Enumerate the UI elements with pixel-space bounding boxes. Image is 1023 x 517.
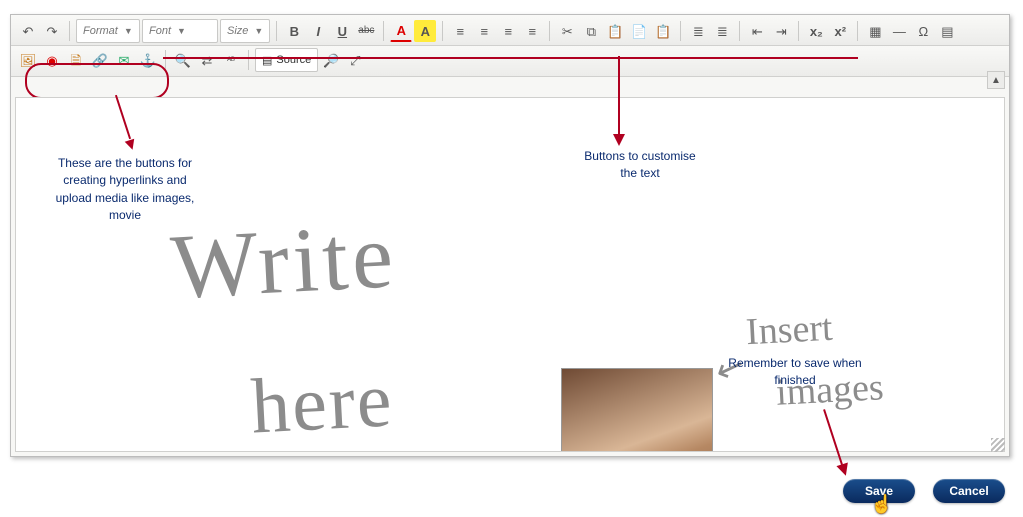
- embedded-image: [561, 368, 713, 452]
- find-button[interactable]: 🔍: [172, 49, 194, 71]
- paste-word-button[interactable]: 📋: [652, 20, 674, 42]
- arrow-head-icon: [613, 134, 625, 146]
- handwriting-insert: Insert: [745, 306, 834, 354]
- editor-frame: ↶ ↷ Format▼ Font▼ Size▼ B I U abc A A ≡ …: [10, 14, 1010, 457]
- copy-button[interactable]: ⧉: [580, 20, 602, 42]
- align-center-button[interactable]: ≡: [473, 20, 495, 42]
- outdent-button[interactable]: ⇤: [746, 20, 768, 42]
- font-label: Font: [149, 25, 171, 37]
- resize-handle[interactable]: [991, 438, 1005, 452]
- source-icon: ▤: [262, 54, 272, 67]
- action-buttons: Save Cancel: [843, 479, 1005, 503]
- preview-button[interactable]: 🔎: [320, 49, 342, 71]
- external-link-button[interactable]: 🔗: [89, 49, 111, 71]
- templates-button[interactable]: ▤: [936, 20, 958, 42]
- toolbar-row-1: ↶ ↷ Format▼ Font▼ Size▼ B I U abc A A ≡ …: [11, 15, 1009, 46]
- source-label: Source: [276, 54, 311, 66]
- size-label: Size: [227, 25, 248, 37]
- annotation-hyperlinks: These are the buttons for creating hyper…: [55, 155, 195, 225]
- cancel-button[interactable]: Cancel: [933, 479, 1005, 503]
- arrow-head-icon: [836, 462, 851, 477]
- bold-button[interactable]: B: [283, 20, 305, 42]
- annotation-save: Remember to save when finished: [720, 355, 870, 390]
- font-combo[interactable]: Font ▼: [142, 19, 218, 43]
- arrow-line-icon: [618, 56, 620, 134]
- chevron-down-icon: ▼: [124, 26, 133, 36]
- size-combo[interactable]: Size ▼: [220, 19, 270, 43]
- annotation-customise: Buttons to customise the text: [580, 148, 700, 183]
- paste-button[interactable]: 📋: [604, 20, 626, 42]
- internal-link-button[interactable]: 🗎: [65, 49, 87, 71]
- bg-color-button[interactable]: A: [414, 20, 436, 42]
- email-link-button[interactable]: ✉: [113, 49, 135, 71]
- redo-button[interactable]: ↷: [41, 20, 63, 42]
- scroll-up-button[interactable]: ▲: [987, 71, 1005, 89]
- format-label: Format: [83, 25, 118, 37]
- hr-button[interactable]: —: [888, 20, 910, 42]
- unordered-list-button[interactable]: ≣: [711, 20, 733, 42]
- toolbar-row-2: 🖼 ◉ 🗎 🔗 ✉ ⚓ 🔍 ⇄ ᴬᴮ ▤ Source 🔎 ⤢: [11, 46, 1009, 77]
- format-combo[interactable]: Format ▼: [76, 19, 140, 43]
- handwriting-write: Write: [168, 202, 399, 320]
- strike-button[interactable]: abc: [355, 20, 377, 42]
- text-color-button[interactable]: A: [390, 20, 412, 42]
- align-left-button[interactable]: ≡: [449, 20, 471, 42]
- editor-body[interactable]: Write here Insert images ↙: [15, 97, 1005, 452]
- cursor-hand-icon: ☝: [871, 494, 893, 515]
- italic-button[interactable]: I: [307, 20, 329, 42]
- indent-button[interactable]: ⇥: [770, 20, 792, 42]
- underline-button[interactable]: U: [331, 20, 353, 42]
- align-right-button[interactable]: ≡: [497, 20, 519, 42]
- source-button[interactable]: ▤ Source: [255, 48, 318, 72]
- special-char-button[interactable]: Ω: [912, 20, 934, 42]
- chevron-down-icon: ▼: [177, 26, 186, 36]
- replace-button[interactable]: ⇄: [196, 49, 218, 71]
- chevron-down-icon: ▼: [254, 26, 263, 36]
- maximize-button[interactable]: ⤢: [344, 49, 366, 71]
- image-button[interactable]: 🖼: [17, 49, 39, 71]
- annotation-underline: [163, 57, 858, 59]
- ordered-list-button[interactable]: ≣: [687, 20, 709, 42]
- anchor-button[interactable]: ⚓: [137, 49, 159, 71]
- table-button[interactable]: ▦: [864, 20, 886, 42]
- align-justify-button[interactable]: ≡: [521, 20, 543, 42]
- handwriting-here: here: [249, 354, 396, 451]
- subscript-button[interactable]: x₂: [805, 20, 827, 42]
- flash-button[interactable]: ◉: [41, 49, 63, 71]
- paste-text-button[interactable]: 📄: [628, 20, 650, 42]
- cut-button[interactable]: ✂: [556, 20, 578, 42]
- undo-button[interactable]: ↶: [17, 20, 39, 42]
- superscript-button[interactable]: x²: [829, 20, 851, 42]
- spellcheck-button[interactable]: ᴬᴮ: [220, 49, 242, 71]
